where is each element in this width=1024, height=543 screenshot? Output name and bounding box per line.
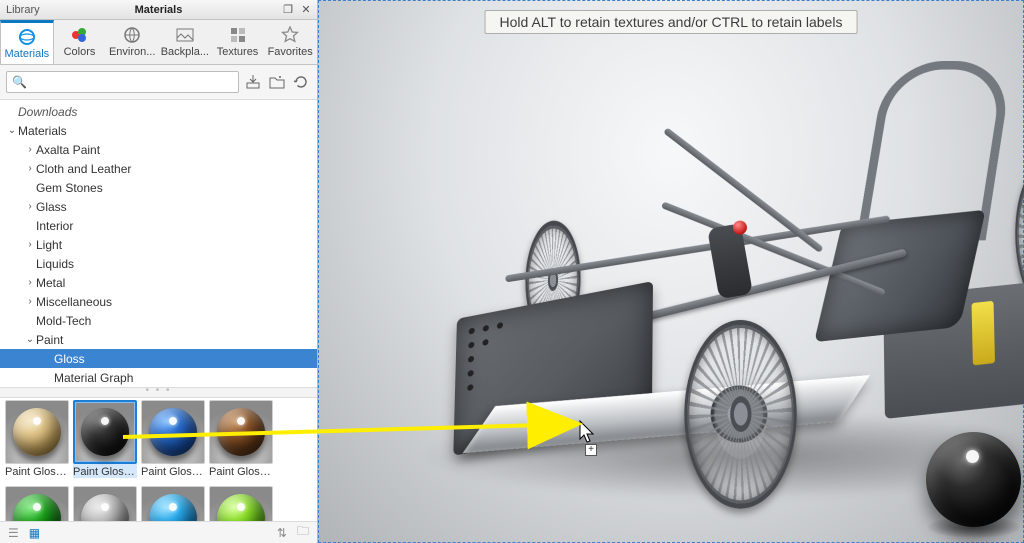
tree-item[interactable]: ›Glass [0, 197, 317, 216]
tab-label: Materials [5, 48, 50, 60]
drag-preview-material [926, 432, 1021, 527]
refresh-icon[interactable] [291, 72, 311, 92]
tree-item[interactable]: Interior [0, 216, 317, 235]
sort-icon[interactable]: ⇅ [277, 526, 287, 540]
material-thumb[interactable]: Paint Gloss ... [5, 400, 69, 482]
tree-item-paint[interactable]: ⌄Paint [0, 330, 317, 349]
thumbnails-area: Paint Gloss ... Paint Gloss ... Paint Gl… [0, 398, 317, 543]
tree-item[interactable]: Liquids [0, 254, 317, 273]
roll-bar[interactable] [856, 61, 1013, 240]
library-panel: Library Materials ❐ ✕ Materials Colors E… [0, 0, 318, 543]
tree-root[interactable]: ⌄Materials [0, 121, 317, 140]
tree-item[interactable]: ›Axalta Paint [0, 140, 317, 159]
grid-icon [228, 26, 248, 44]
tree-item[interactable]: ›Metal [0, 273, 317, 292]
sphere-icon [17, 28, 37, 46]
folder-icon[interactable]: 🗀 [297, 522, 309, 543]
material-tree[interactable]: Downloads ⌄Materials ›Axalta Paint ›Clot… [0, 99, 317, 388]
tree-item[interactable]: Mold-Tech [0, 311, 317, 330]
stop-button[interactable] [733, 221, 747, 235]
tab-favorites[interactable]: Favorites [264, 20, 317, 64]
material-thumb[interactable]: Paint Gloss ... [141, 400, 205, 482]
thumbnails-toolbar: ☰ ▦ ⇅ 🗀 [0, 521, 317, 543]
import-icon[interactable] [243, 72, 263, 92]
search-icon: 🔍 [12, 75, 27, 89]
view-list-icon[interactable]: ☰ [8, 526, 19, 540]
view-grid-icon[interactable]: ▦ [29, 526, 40, 540]
material-thumb[interactable]: Paint Gloss ... [209, 400, 273, 482]
vehicle-model[interactable] [427, 94, 1024, 472]
app-root: Library Materials ❐ ✕ Materials Colors E… [0, 0, 1024, 543]
material-thumb-selected[interactable]: Paint Gloss ... [73, 400, 137, 482]
image-icon [175, 26, 195, 44]
tab-textures[interactable]: Textures [212, 20, 265, 64]
material-thumb[interactable] [5, 486, 69, 521]
tree-item[interactable]: ›Cloth and Leather [0, 159, 317, 178]
battery-cover[interactable] [972, 301, 996, 366]
tree-item[interactable]: ›Light [0, 235, 317, 254]
tab-colors[interactable]: Colors [54, 20, 107, 64]
panel-title-bar: Library Materials ❐ ✕ [0, 0, 317, 20]
tab-environments[interactable]: Environ... [106, 20, 159, 64]
tree-downloads[interactable]: Downloads [0, 102, 317, 121]
material-thumb[interactable] [73, 486, 137, 521]
drop-hint: Hold ALT to retain textures and/or CTRL … [485, 10, 858, 34]
palette-icon [70, 26, 90, 44]
scene [338, 60, 1024, 523]
panel-title: Materials [0, 4, 317, 16]
search-box[interactable]: 🔍 [6, 71, 239, 93]
undock-icon[interactable]: ❐ [281, 3, 295, 17]
tab-materials[interactable]: Materials [0, 20, 54, 64]
tree-item[interactable]: Gem Stones [0, 178, 317, 197]
tab-label: Textures [217, 46, 259, 58]
search-row: 🔍 [0, 65, 317, 99]
render-viewport[interactable]: Hold ALT to retain textures and/or CTRL … [318, 0, 1024, 543]
star-icon [280, 26, 300, 44]
search-input[interactable] [31, 74, 233, 90]
close-panel-icon[interactable]: ✕ [299, 3, 313, 17]
library-tabs: Materials Colors Environ... Backpla... T… [0, 20, 317, 65]
tab-label: Environ... [109, 46, 155, 58]
tree-item-gloss[interactable]: Gloss [0, 349, 317, 368]
tab-label: Backpla... [161, 46, 209, 58]
splitter-handle[interactable]: • • • [0, 388, 317, 398]
thumbnails-scroll[interactable]: Paint Gloss ... Paint Gloss ... Paint Gl… [0, 398, 317, 521]
tree-item[interactable]: ›Miscellaneous [0, 292, 317, 311]
tab-label: Favorites [268, 46, 313, 58]
tab-label: Colors [64, 46, 96, 58]
tab-backplates[interactable]: Backpla... [159, 20, 212, 64]
add-folder-icon[interactable] [267, 72, 287, 92]
material-thumb[interactable] [209, 486, 273, 521]
globe-icon [122, 26, 142, 44]
material-thumb[interactable] [141, 486, 205, 521]
